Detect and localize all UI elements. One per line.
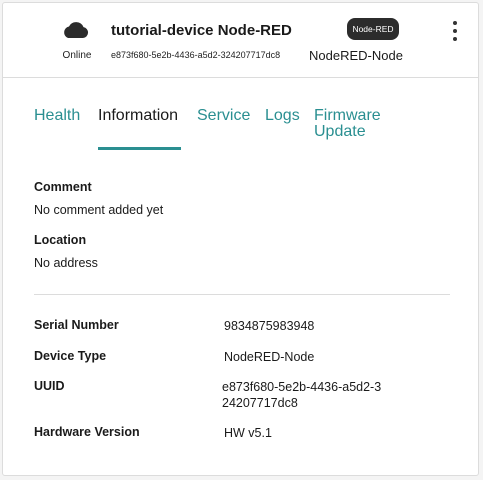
comment-value: No comment added yet	[34, 203, 164, 217]
cloud-icon	[64, 22, 89, 38]
tab-service[interactable]: Service	[197, 108, 250, 124]
device-uuid: e873f680-5e2b-4436-a5d2-324207717dc8	[111, 50, 281, 60]
tab-health[interactable]: Health	[34, 108, 80, 124]
serial-number-label: Serial Number	[34, 318, 119, 332]
device-type-badge: Node-RED	[347, 18, 399, 40]
device-type-value: NodeRED-Node	[224, 350, 315, 364]
uuid-label: UUID	[34, 379, 65, 393]
location-label: Location	[34, 233, 87, 247]
status-text: Online	[62, 50, 92, 61]
location-value: No address	[34, 256, 98, 270]
serial-number-value: 9834875983948	[224, 319, 315, 333]
tab-firmware-update[interactable]: Firmware Update	[314, 108, 394, 140]
uuid-value: e873f680-5e2b-4436-a5d2-324207717dc8	[222, 380, 382, 410]
device-type-label: NodeRED-Node	[309, 48, 403, 63]
more-vertical-icon[interactable]	[447, 20, 463, 42]
hardware-version-label: Hardware Version	[34, 425, 140, 439]
device-header: Online tutorial-device Node-RED e873f680…	[3, 3, 478, 78]
device-card: Online tutorial-device Node-RED e873f680…	[2, 2, 479, 476]
hardware-version-value: HW v5.1	[224, 426, 272, 440]
device-title: tutorial-device Node-RED	[111, 22, 292, 39]
comment-label: Comment	[34, 180, 92, 194]
active-tab-indicator	[98, 147, 181, 150]
tab-logs[interactable]: Logs	[265, 108, 300, 124]
tab-information[interactable]: Information	[98, 108, 178, 124]
device-type-label-row: Device Type	[34, 349, 107, 363]
divider	[34, 294, 450, 295]
